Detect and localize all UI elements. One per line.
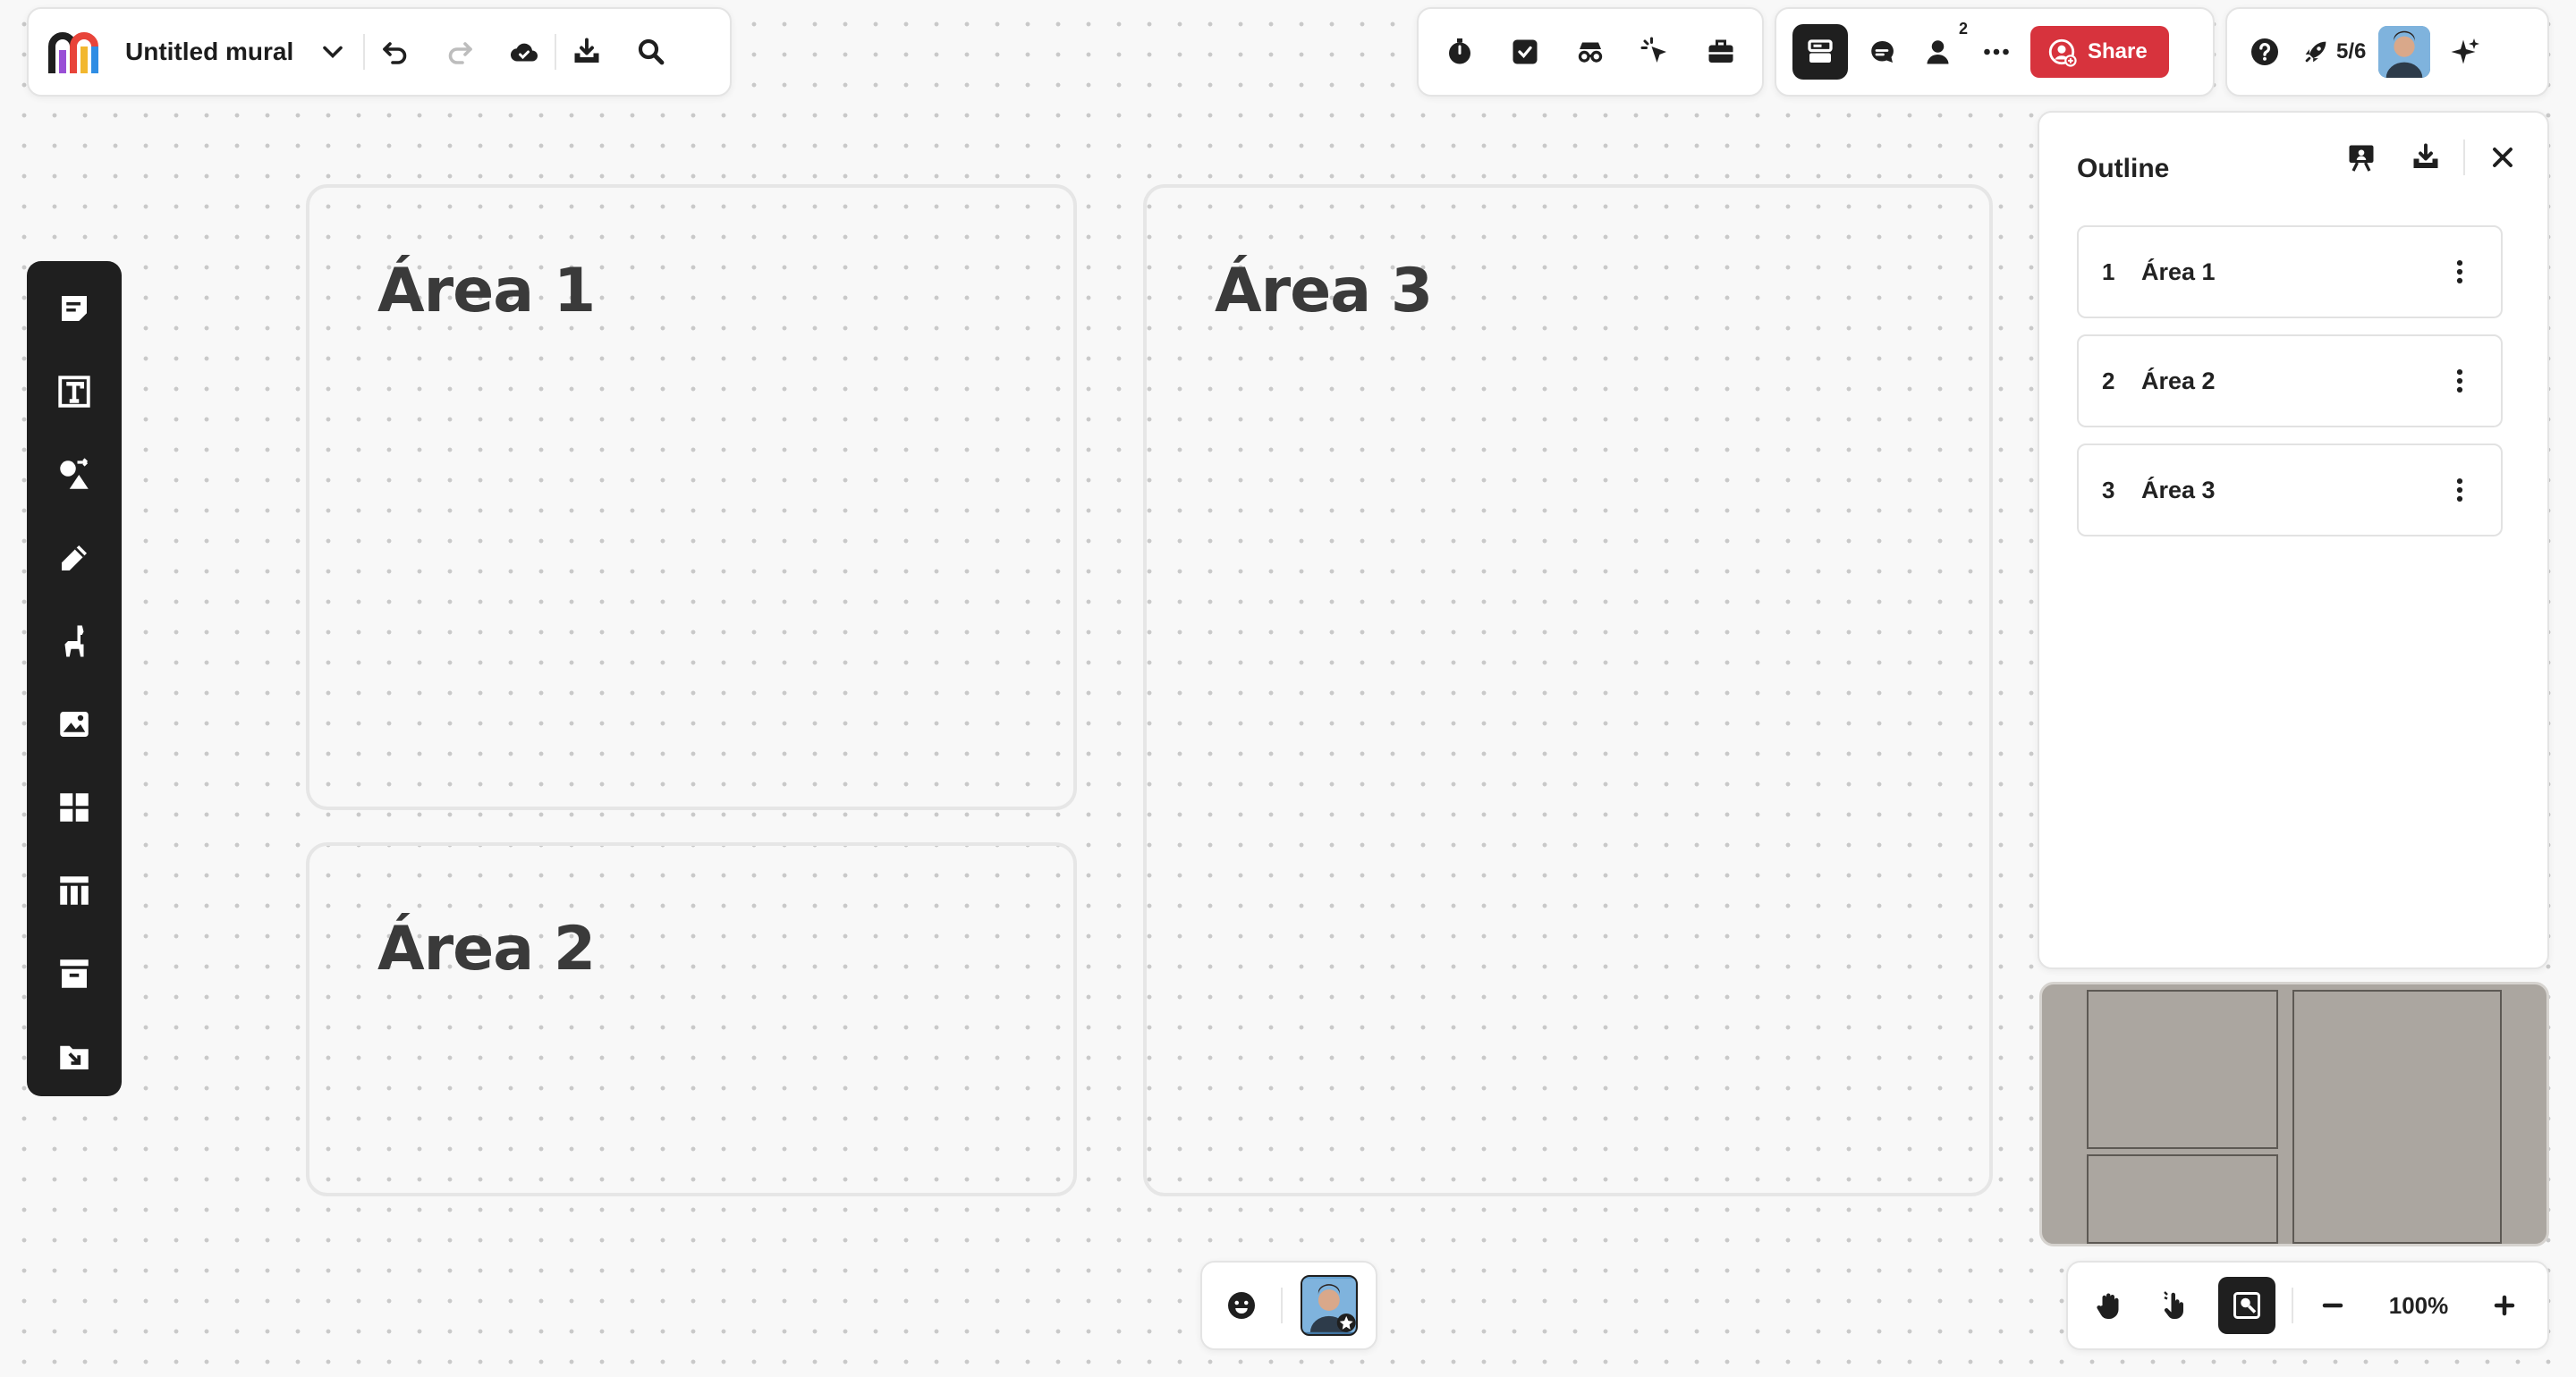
redo-icon[interactable] [436, 29, 483, 75]
table-icon[interactable] [48, 865, 100, 917]
cloud-saved-icon[interactable] [501, 29, 547, 75]
outline-item-number: 3 [2102, 476, 2115, 503]
facilitator-avatar[interactable] [1301, 1275, 1358, 1336]
facilitation-tools-panel [1417, 7, 1764, 97]
comments-icon[interactable] [1859, 29, 1905, 75]
share-label: Share [2088, 39, 2148, 63]
area-2[interactable]: Área 2 [306, 842, 1077, 1196]
help-panel: 5/6 [2225, 7, 2549, 97]
outline-item[interactable]: 2 Área 2 [2077, 334, 2503, 427]
outline-item-label: Área 1 [2141, 258, 2216, 285]
download-icon[interactable] [564, 29, 610, 75]
outline-item[interactable]: 3 Área 3 [2077, 444, 2503, 536]
area-title[interactable]: Área 1 [377, 256, 596, 326]
pointer-hand-icon[interactable] [2152, 1282, 2199, 1329]
ai-sparkle-icon[interactable] [2443, 29, 2489, 75]
minimap-area-3 [2292, 990, 2502, 1244]
outline-header-actions [2338, 134, 2526, 181]
divider [1281, 1288, 1284, 1323]
divider [363, 34, 366, 70]
outline-item-number: 1 [2102, 258, 2115, 285]
chevron-down-icon[interactable] [309, 29, 356, 75]
zoom-out-icon[interactable] [2309, 1282, 2356, 1329]
toolkit-icon[interactable] [1698, 29, 1744, 75]
image-icon[interactable] [48, 698, 100, 750]
zoom-in-icon[interactable] [2481, 1282, 2528, 1329]
user-avatar[interactable] [2378, 26, 2431, 78]
outline-item-number: 2 [2102, 367, 2115, 394]
share-user-icon [2048, 38, 2077, 67]
mural-header-panel: Untitled mural [27, 7, 732, 97]
vertical-more-icon[interactable] [2442, 467, 2478, 513]
progress-counter: 5/6 [2336, 39, 2367, 63]
area-title[interactable]: Área 2 [377, 914, 596, 984]
rocket-icon [2305, 41, 2326, 63]
divider [2292, 1288, 2293, 1323]
search-icon[interactable] [628, 29, 674, 75]
pen-icon[interactable] [48, 532, 100, 584]
undo-icon[interactable] [372, 29, 419, 75]
members-icon[interactable]: 2 [1916, 20, 1968, 75]
collaboration-panel: 2 Share [1775, 7, 2215, 97]
area-3[interactable]: Área 3 [1143, 184, 1993, 1196]
outline-panel: Outline 1 Área 1 2 Área 2 3 Área 3 [2038, 111, 2549, 969]
sticky-note-icon[interactable] [48, 283, 100, 334]
divider [555, 34, 557, 70]
mural-title[interactable]: Untitled mural [125, 38, 293, 66]
timer-icon[interactable] [1436, 29, 1483, 75]
zoom-level[interactable]: 100% [2365, 1292, 2472, 1320]
left-toolbar [27, 261, 122, 1096]
minimap-area-2 [2087, 1154, 2278, 1244]
outline-title: Outline [2077, 154, 2170, 183]
outline-item[interactable]: 1 Área 1 [2077, 225, 2503, 318]
archive-icon[interactable] [48, 948, 100, 1000]
vertical-more-icon[interactable] [2442, 358, 2478, 404]
voting-icon[interactable] [1502, 29, 1548, 75]
share-button[interactable]: Share [2030, 26, 2169, 78]
onboarding-progress[interactable]: 5/6 [2301, 37, 2366, 67]
outline-item-label: Área 3 [2141, 476, 2216, 503]
text-icon[interactable] [48, 366, 100, 418]
import-icon[interactable] [48, 1031, 100, 1083]
zoom-panel: 100% [2066, 1261, 2549, 1350]
area-1[interactable]: Área 1 [306, 184, 1077, 810]
outline-icon[interactable] [1792, 24, 1848, 80]
hand-icon[interactable] [2086, 1282, 2132, 1329]
llama-icon[interactable] [48, 615, 100, 667]
focus-mode-icon[interactable] [2218, 1277, 2275, 1334]
minimap-area-1 [2087, 990, 2278, 1149]
emoji-icon[interactable] [1220, 1282, 1263, 1329]
shapes-icon[interactable] [48, 449, 100, 501]
minimap[interactable] [2039, 982, 2549, 1246]
present-icon[interactable] [2338, 134, 2385, 181]
outline-download-icon[interactable] [2402, 134, 2449, 181]
mural-logo[interactable] [47, 27, 107, 77]
templates-icon[interactable] [48, 781, 100, 833]
members-count: 2 [1958, 20, 1968, 38]
more-icon[interactable] [1973, 29, 2020, 75]
outline-item-label: Área 2 [2141, 367, 2216, 394]
divider [2463, 139, 2465, 175]
reactions-panel [1200, 1261, 1377, 1350]
vertical-more-icon[interactable] [2442, 249, 2478, 295]
private-mode-icon[interactable] [1567, 29, 1614, 75]
area-title[interactable]: Área 3 [1215, 256, 1433, 326]
help-icon[interactable] [2241, 29, 2288, 75]
close-icon[interactable] [2479, 134, 2526, 181]
cursor-icon[interactable] [1632, 29, 1679, 75]
